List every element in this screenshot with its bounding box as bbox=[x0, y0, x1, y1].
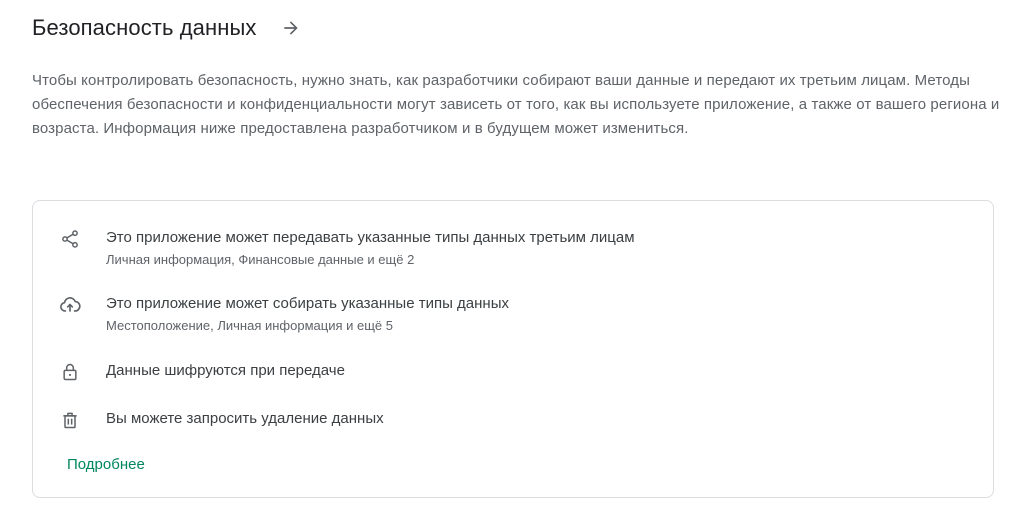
item-title: Это приложение может собирать указанные … bbox=[106, 295, 509, 312]
more-details-link[interactable]: Подробнее bbox=[67, 456, 145, 473]
list-item-deletion: Вы можете запросить удаление данных bbox=[59, 409, 384, 431]
item-title: Данные шифруются при передаче bbox=[106, 362, 345, 379]
item-title: Вы можете запросить удаление данных bbox=[106, 410, 384, 427]
section-header: Безопасность данных bbox=[32, 10, 303, 46]
list-item-data-collection: Это приложение может собирать указанные … bbox=[59, 294, 509, 335]
share-icon bbox=[59, 228, 81, 250]
arrow-right-icon[interactable] bbox=[279, 16, 303, 40]
item-subtitle: Личная информация, Финансовые данные и е… bbox=[106, 252, 415, 267]
list-item-data-sharing: Это приложение может передавать указанны… bbox=[59, 228, 635, 269]
cloud-upload-icon bbox=[59, 294, 81, 316]
item-subtitle: Местоположение, Личная информация и ещё … bbox=[106, 318, 393, 333]
lock-icon bbox=[59, 361, 81, 383]
data-safety-card: Это приложение может передавать указанны… bbox=[32, 200, 994, 498]
trash-icon bbox=[59, 409, 81, 431]
section-description: Чтобы контролировать безопасность, нужно… bbox=[32, 72, 1000, 137]
list-item-encryption: Данные шифруются при передаче bbox=[59, 361, 345, 383]
item-title: Это приложение может передавать указанны… bbox=[106, 229, 635, 246]
section-title: Безопасность данных bbox=[32, 15, 257, 40]
